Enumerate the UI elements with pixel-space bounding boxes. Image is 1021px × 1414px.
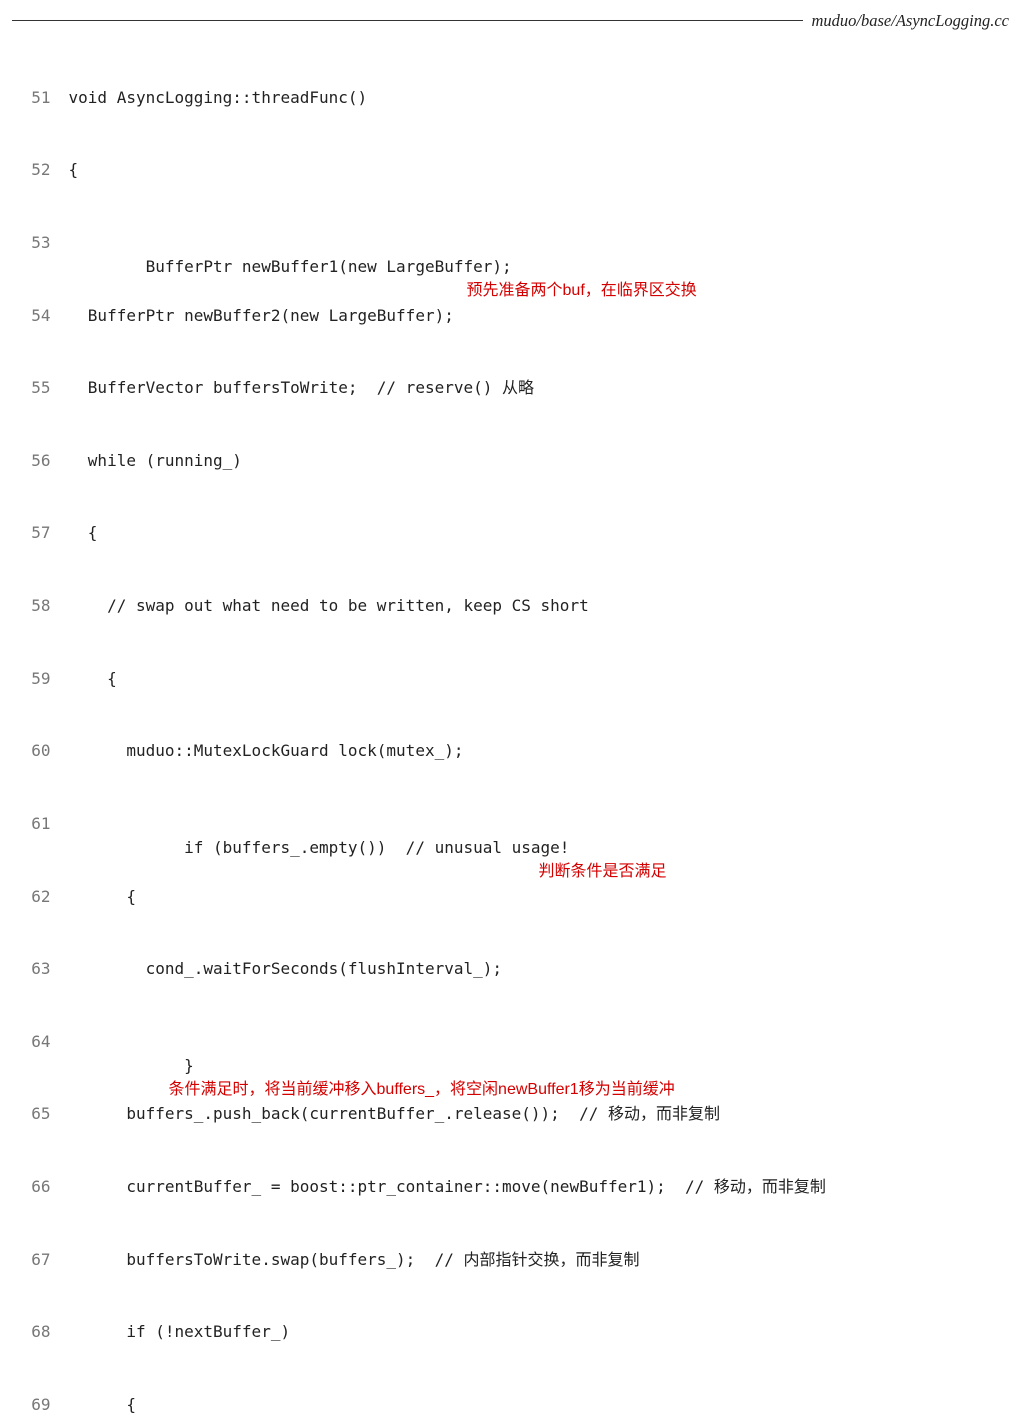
- line-number: 63: [12, 957, 51, 981]
- code-line: // swap out what need to be written, kee…: [69, 594, 1009, 618]
- code-line: {: [69, 885, 1009, 909]
- file-header-rule: muduo/base/AsyncLogging.cc: [12, 8, 1009, 33]
- code-line: while (running_): [69, 449, 1009, 473]
- code-line: BufferPtr newBuffer1(new LargeBuffer); 预…: [69, 231, 1009, 255]
- code-line: currentBuffer_ = boost::ptr_container::m…: [69, 1175, 1009, 1199]
- code-line: if (!nextBuffer_): [69, 1320, 1009, 1344]
- line-number: 60: [12, 739, 51, 763]
- file-path-top: muduo/base/AsyncLogging.cc: [803, 8, 1009, 33]
- code-line: cond_.waitForSeconds(flushInterval_);: [69, 957, 1009, 981]
- line-number: 68: [12, 1320, 51, 1344]
- line-number: 54: [12, 304, 51, 328]
- line-number: 61: [12, 812, 51, 836]
- rule-top: [12, 20, 803, 21]
- code-line: {: [69, 158, 1009, 182]
- code-line: if (buffers_.empty()) // unusual usage! …: [69, 812, 1009, 836]
- code-line: void AsyncLogging::threadFunc(): [69, 86, 1009, 110]
- line-number: 67: [12, 1248, 51, 1272]
- annotation: 预先准备两个buf，在临界区交换: [467, 279, 697, 303]
- code-line: } 条件满足时，将当前缓冲移入buffers_，将空闲newBuffer1移为当…: [69, 1030, 1009, 1054]
- code-line: {: [69, 1393, 1009, 1414]
- line-number: 58: [12, 594, 51, 618]
- code-block: 51 52 53 54 55 56 57 58 59 60 61 62 63 6…: [12, 37, 1009, 1414]
- line-number: 53: [12, 231, 51, 255]
- annotation: 判断条件是否满足: [539, 860, 667, 884]
- line-number: 65: [12, 1102, 51, 1126]
- line-number: 62: [12, 885, 51, 909]
- line-number-gutter: 51 52 53 54 55 56 57 58 59 60 61 62 63 6…: [12, 37, 69, 1414]
- code-text: }: [126, 1056, 193, 1075]
- line-number: 64: [12, 1030, 51, 1054]
- code-text: BufferPtr newBuffer1(new LargeBuffer);: [126, 257, 511, 276]
- line-number: 51: [12, 86, 51, 110]
- code-line: BufferPtr newBuffer2(new LargeBuffer);: [69, 304, 1009, 328]
- code-line: buffers_.push_back(currentBuffer_.releas…: [69, 1102, 1009, 1126]
- line-number: 56: [12, 449, 51, 473]
- code-text: if (buffers_.empty()) // unusual usage!: [126, 838, 569, 857]
- code-line: BufferVector buffersToWrite; // reserve(…: [69, 376, 1009, 400]
- line-number: 52: [12, 158, 51, 182]
- line-number: 66: [12, 1175, 51, 1199]
- code-line: muduo::MutexLockGuard lock(mutex_);: [69, 739, 1009, 763]
- line-number: 57: [12, 521, 51, 545]
- code-column: void AsyncLogging::threadFunc() { Buffer…: [69, 37, 1009, 1414]
- annotation: 条件满足时，将当前缓冲移入buffers_，将空闲newBuffer1移为当前缓…: [169, 1078, 675, 1102]
- line-number: 55: [12, 376, 51, 400]
- code-line: {: [69, 667, 1009, 691]
- code-line: buffersToWrite.swap(buffers_); // 内部指针交换…: [69, 1248, 1009, 1272]
- code-line: {: [69, 521, 1009, 545]
- line-number: 69: [12, 1393, 51, 1414]
- line-number: 59: [12, 667, 51, 691]
